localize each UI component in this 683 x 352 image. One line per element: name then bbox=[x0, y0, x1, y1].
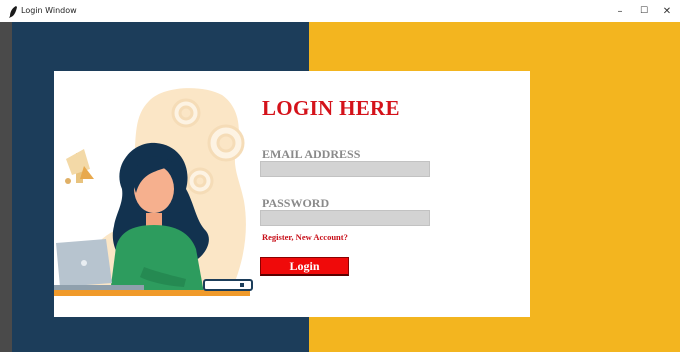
minimize-button[interactable]: – bbox=[612, 3, 628, 19]
login-card: LOGIN HERE EMAIL ADDRESS PASSWORD Regist… bbox=[54, 71, 530, 317]
client-area: LOGIN HERE EMAIL ADDRESS PASSWORD Regist… bbox=[12, 22, 680, 352]
feather-icon bbox=[8, 5, 18, 18]
email-field[interactable] bbox=[260, 161, 430, 177]
woman-with-laptop-illustration bbox=[54, 88, 253, 296]
password-label: PASSWORD bbox=[262, 196, 330, 210]
login-title: LOGIN HERE bbox=[262, 96, 400, 120]
password-field[interactable] bbox=[260, 210, 430, 226]
register-link[interactable]: Register, New Account? bbox=[262, 232, 348, 242]
title-bar: Login Window – ☐ ✕ bbox=[0, 0, 683, 22]
window-title: Login Window bbox=[21, 6, 77, 15]
gear-icon bbox=[171, 98, 201, 128]
maximize-button[interactable]: ☐ bbox=[636, 3, 652, 19]
email-label: EMAIL ADDRESS bbox=[262, 147, 361, 161]
close-button[interactable]: ✕ bbox=[659, 3, 675, 19]
login-button[interactable]: Login bbox=[260, 257, 349, 276]
window-left-edge bbox=[0, 22, 12, 352]
login-window: Login Window – ☐ ✕ LOGIN HERE EMAIL ADDR… bbox=[0, 0, 683, 352]
